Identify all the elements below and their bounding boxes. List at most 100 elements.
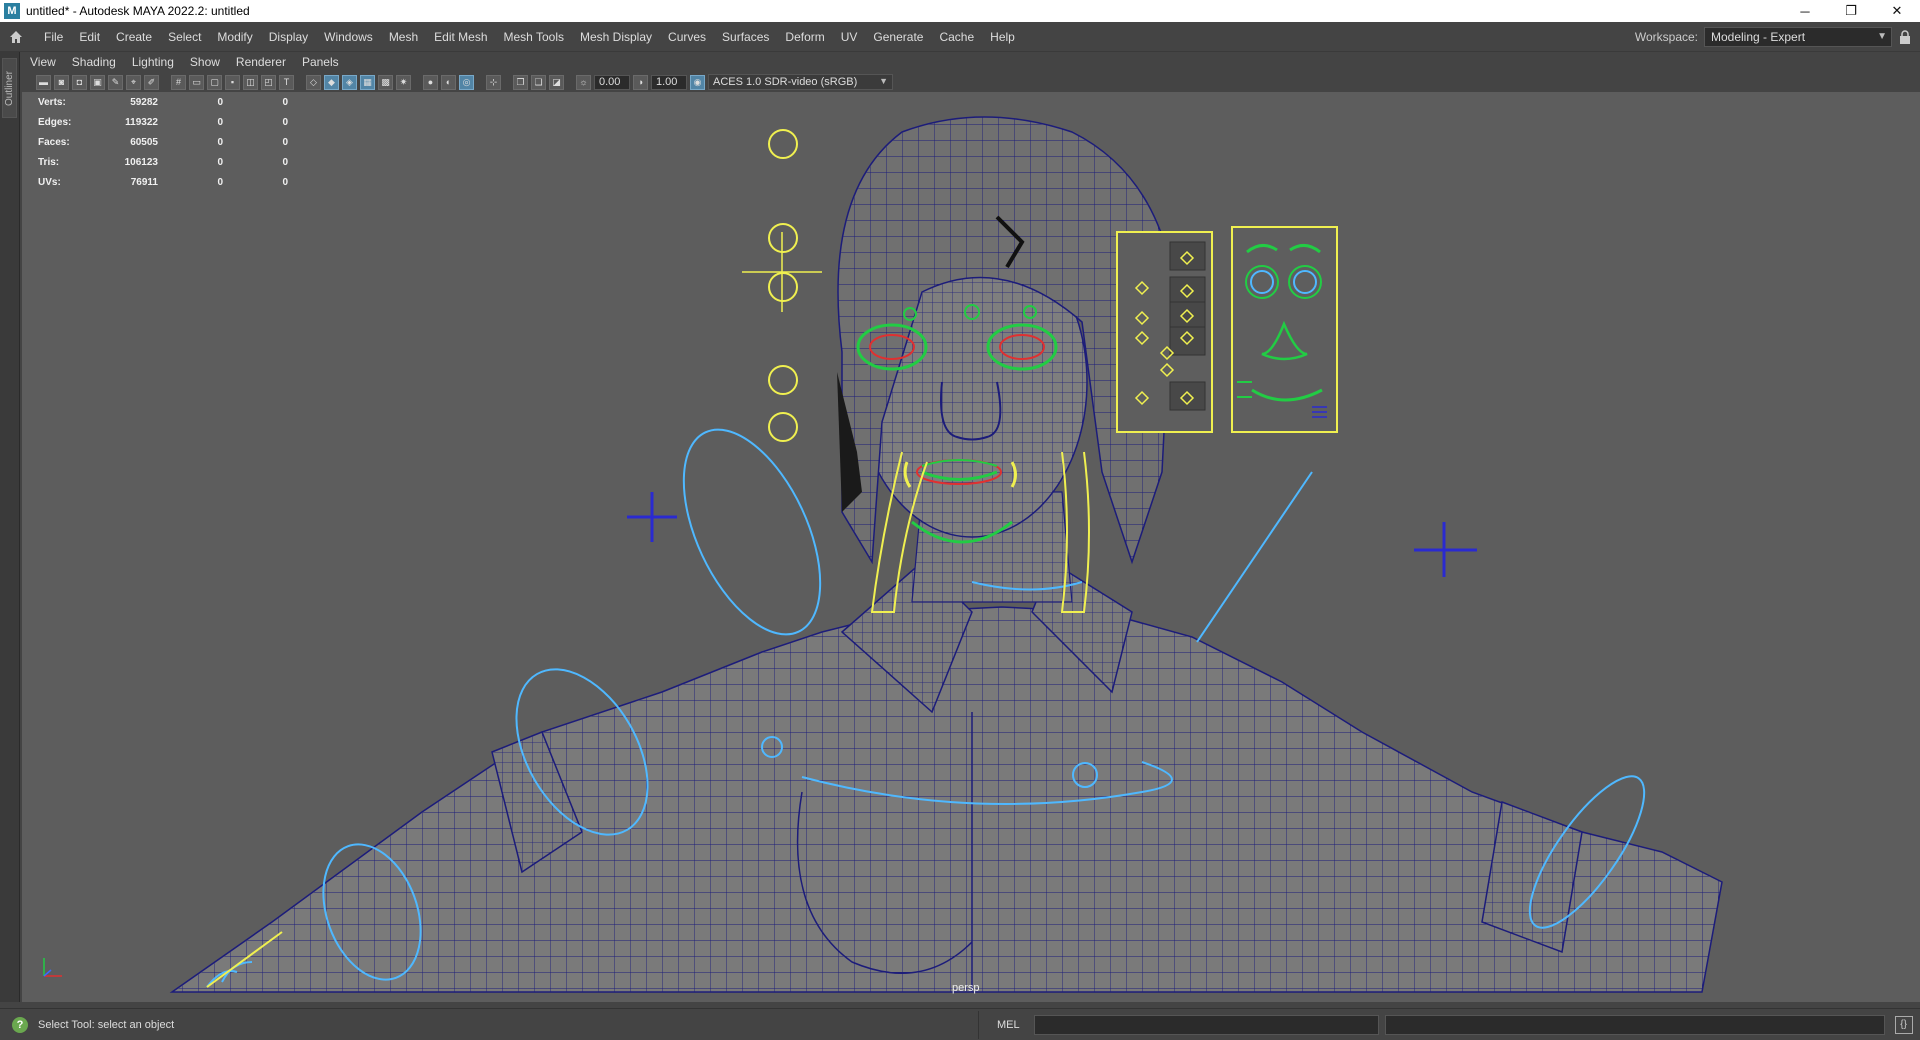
ambient-occlusion-icon[interactable]: ◐ xyxy=(441,74,456,90)
menu-help[interactable]: Help xyxy=(982,22,1023,52)
poly-count-hud: Verts: 59282 0 0 Edges: 119322 0 0 Faces… xyxy=(38,92,288,192)
lights-icon[interactable]: ✷ xyxy=(396,74,411,90)
left-tool-strip: Outliner xyxy=(0,52,20,1002)
close-button[interactable]: ✕ xyxy=(1874,0,1920,22)
help-line-text: Select Tool: select an object xyxy=(38,1018,175,1031)
panel-menu-shading[interactable]: Shading xyxy=(64,55,124,69)
hud-value: 0 xyxy=(217,156,223,168)
minimize-button[interactable]: ─ xyxy=(1782,0,1828,22)
menu-display[interactable]: Display xyxy=(261,22,316,52)
menu-modify[interactable]: Modify xyxy=(209,22,260,52)
window-controls: ─ ❐ ✕ xyxy=(1782,0,1920,22)
character-body-mesh xyxy=(169,560,1723,993)
xray-icon[interactable]: ▩ xyxy=(378,74,393,90)
gamma-reset-icon[interactable]: ◑ xyxy=(633,74,648,90)
menu-surfaces[interactable]: Surfaces xyxy=(714,22,777,52)
exposure-icon[interactable]: ❐ xyxy=(513,74,528,90)
maya-app-icon: M xyxy=(4,3,20,19)
gamma-icon[interactable]: ❑ xyxy=(531,74,546,90)
camera-attributes-icon[interactable]: ◙ xyxy=(54,74,69,90)
panel-menu-view[interactable]: View xyxy=(22,55,64,69)
wireframe-pencil-icon[interactable]: ✐ xyxy=(144,74,159,90)
safe-action-icon[interactable]: ◰ xyxy=(261,74,276,90)
script-editor-icon[interactable]: {} xyxy=(1894,1015,1913,1034)
image-plane-icon[interactable]: ▣ xyxy=(90,74,105,90)
lock-icon[interactable] xyxy=(1898,29,1912,45)
home-icon[interactable] xyxy=(6,27,26,47)
textured-icon[interactable]: ▦ xyxy=(360,74,375,90)
safe-title-icon[interactable]: T xyxy=(279,74,294,90)
shadows-icon[interactable]: ● xyxy=(423,74,438,90)
hud-value: 0 xyxy=(217,96,223,108)
menu-file[interactable]: File xyxy=(36,22,71,52)
menu-uv[interactable]: UV xyxy=(833,22,866,52)
camera-name-label: persp xyxy=(952,982,980,994)
chevron-down-icon: ▼ xyxy=(1877,30,1887,42)
gamma-field[interactable]: 1.00 xyxy=(651,74,687,90)
gate-mask-icon[interactable]: ▪ xyxy=(225,74,240,90)
bookmarks-icon[interactable]: ◘ xyxy=(72,74,87,90)
isolate-select-icon[interactable]: ◎ xyxy=(459,74,474,90)
color-management-icon[interactable]: ◉ xyxy=(690,74,705,90)
persp-viewport[interactable]: Verts: 59282 0 0 Edges: 119322 0 0 Faces… xyxy=(22,92,1920,1002)
window-title: untitled* - Autodesk MAYA 2022.2: untitl… xyxy=(26,4,250,18)
mel-language-toggle[interactable]: MEL xyxy=(997,1019,1020,1031)
maximize-button[interactable]: ❐ xyxy=(1828,0,1874,22)
workspace-selector: Workspace: Modeling - Expert ▼ xyxy=(1635,26,1920,47)
hud-value: 0 xyxy=(282,116,288,128)
grease-pencil-icon[interactable]: ✎ xyxy=(108,74,123,90)
view-transform-icon[interactable]: ◪ xyxy=(549,74,564,90)
hud-row-verts: Verts: 59282 0 0 xyxy=(38,92,288,112)
hud-row-uvs: UVs: 76911 0 0 xyxy=(38,172,288,192)
menu-select[interactable]: Select xyxy=(160,22,209,52)
wireframe-on-shaded-icon[interactable]: ◈ xyxy=(342,74,357,90)
hud-value: 0 xyxy=(217,116,223,128)
exposure-field[interactable]: 0.00 xyxy=(594,74,630,90)
menu-deform[interactable]: Deform xyxy=(777,22,832,52)
grid-icon[interactable]: # xyxy=(171,74,186,90)
facial-control-panel-right xyxy=(1231,226,1338,433)
hud-value: 0 xyxy=(282,176,288,188)
menu-curves[interactable]: Curves xyxy=(660,22,714,52)
panel-menu-renderer[interactable]: Renderer xyxy=(228,55,294,69)
hud-value: 0 xyxy=(217,136,223,148)
menu-create[interactable]: Create xyxy=(108,22,160,52)
wireframe-cube-icon[interactable]: ◇ xyxy=(306,74,321,90)
menu-edit-mesh[interactable]: Edit Mesh xyxy=(426,22,495,52)
facial-control-panel-left xyxy=(1116,231,1213,433)
color-space-value: ACES 1.0 SDR-video (sRGB) xyxy=(713,76,858,88)
hud-label: Edges: xyxy=(38,116,72,128)
2d-pan-zoom-icon[interactable]: ⌖ xyxy=(126,74,141,90)
hud-value: 0 xyxy=(282,156,288,168)
exposure-reset-icon[interactable]: ☼ xyxy=(576,74,591,90)
workspace-dropdown[interactable]: Modeling - Expert ▼ xyxy=(1704,26,1892,47)
workspace-value: Modeling - Expert xyxy=(1711,29,1806,44)
hud-row-tris: Tris: 106123 0 0 xyxy=(38,152,288,172)
panel-menu-panels[interactable]: Panels xyxy=(294,55,347,69)
panel-menu-show[interactable]: Show xyxy=(182,55,228,69)
status-divider xyxy=(978,1010,979,1039)
outliner-tab[interactable]: Outliner xyxy=(2,58,17,118)
menu-mesh-display[interactable]: Mesh Display xyxy=(572,22,660,52)
hud-value: 59282 xyxy=(130,96,158,108)
menu-mesh[interactable]: Mesh xyxy=(381,22,426,52)
xray-joints-icon[interactable]: ⊹ xyxy=(486,74,501,90)
hud-label: UVs: xyxy=(38,176,61,188)
menu-generate[interactable]: Generate xyxy=(865,22,931,52)
hud-value: 76911 xyxy=(130,176,158,188)
field-chart-icon[interactable]: ◫ xyxy=(243,74,258,90)
mel-result-field xyxy=(1384,1014,1885,1035)
hud-label: Tris: xyxy=(38,156,60,168)
menu-windows[interactable]: Windows xyxy=(316,22,381,52)
menu-edit[interactable]: Edit xyxy=(71,22,108,52)
mel-command-input[interactable] xyxy=(1033,1014,1379,1035)
resolution-gate-icon[interactable]: ▢ xyxy=(207,74,222,90)
color-space-dropdown[interactable]: ACES 1.0 SDR-video (sRGB) ▼ xyxy=(708,74,893,90)
panel-menu-lighting[interactable]: Lighting xyxy=(124,55,182,69)
menu-cache[interactable]: Cache xyxy=(931,22,982,52)
film-gate-icon[interactable]: ▭ xyxy=(189,74,204,90)
select-camera-icon[interactable]: ▬ xyxy=(36,74,51,90)
hud-value: 106123 xyxy=(124,156,158,168)
menu-mesh-tools[interactable]: Mesh Tools xyxy=(496,22,572,52)
smooth-shade-icon[interactable]: ◆ xyxy=(324,74,339,90)
